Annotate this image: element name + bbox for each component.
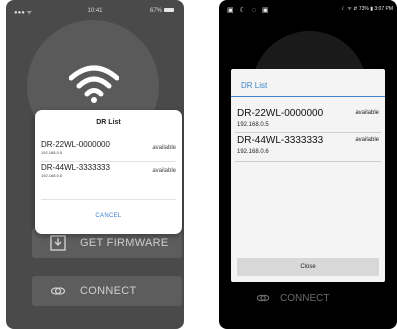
dr-list-dialog: DR List DR-22WL-0000000 192.168.0.5 avai…	[35, 110, 182, 234]
ios-phone-screen: ●●● ᯤ 10:41 67% GET FIRMWARE CONNECT DR …	[6, 0, 184, 329]
list-item[interactable]: DR-22WL-0000000 192.168.0.5 available	[237, 108, 379, 134]
device-status: available	[152, 145, 176, 151]
connect-button[interactable]: CONNECT	[32, 276, 182, 306]
device-status: available	[355, 110, 379, 116]
title-divider	[231, 96, 385, 97]
download-icon	[50, 235, 66, 251]
link-icon	[256, 294, 270, 302]
device-ip: 192.168.0.5	[237, 122, 269, 128]
connect-label: CONNECT	[280, 293, 330, 304]
device-ip: 192.168.0.6	[41, 173, 63, 178]
notification-icons: ▣ ☾ ◌ ▣	[227, 7, 271, 14]
divider	[41, 161, 176, 162]
get-firmware-label: GET FIRMWARE	[80, 237, 169, 249]
status-bar: ●●● ᯤ 10:41 67%	[6, 0, 184, 20]
device-name: DR-44WL-3333333	[237, 135, 324, 146]
wifi-icon	[69, 65, 119, 103]
connect-button[interactable]: CONNECT	[232, 285, 382, 313]
device-status: available	[355, 137, 379, 143]
battery-icon	[164, 8, 174, 13]
dr-list-dialog: DR List DR-22WL-0000000 192.168.0.5 avai…	[231, 69, 385, 282]
divider	[235, 132, 381, 133]
device-name: DR-44WL-3333333	[41, 163, 110, 172]
battery-indicator: 67%	[150, 8, 174, 14]
list-item[interactable]: DR-22WL-0000000 192.168.0.5 available	[41, 140, 176, 162]
device-name: DR-22WL-0000000	[237, 108, 324, 119]
dialog-title: DR List	[96, 119, 121, 126]
list-item[interactable]: DR-44WL-3333333 192.168.0.6 available	[237, 135, 379, 161]
battery-percent: 67%	[149, 8, 162, 14]
cancel-button[interactable]: CANCEL	[35, 213, 182, 219]
link-icon	[50, 287, 66, 295]
divider	[235, 161, 381, 162]
dialog-title: DR List	[241, 81, 268, 90]
system-status: ☾ ᯤ ⇵ 73% ▮ 3:07 PM	[341, 6, 393, 12]
device-ip: 192.168.0.6	[237, 149, 269, 155]
device-ip: 192.168.0.5	[41, 150, 63, 155]
connect-label: CONNECT	[80, 285, 137, 297]
status-bar: ▣ ☾ ◌ ▣ ☾ ᯤ ⇵ 73% ▮ 3:07 PM	[219, 0, 397, 18]
device-status: available	[152, 168, 176, 174]
android-phone-screen: ▣ ☾ ◌ ▣ ☾ ᯤ ⇵ 73% ▮ 3:07 PM CONNECT DR L…	[219, 0, 397, 329]
divider	[41, 199, 176, 200]
device-name: DR-22WL-0000000	[41, 140, 110, 149]
close-button[interactable]: Close	[237, 258, 379, 276]
list-item[interactable]: DR-44WL-3333333 192.168.0.6 available	[41, 163, 176, 185]
